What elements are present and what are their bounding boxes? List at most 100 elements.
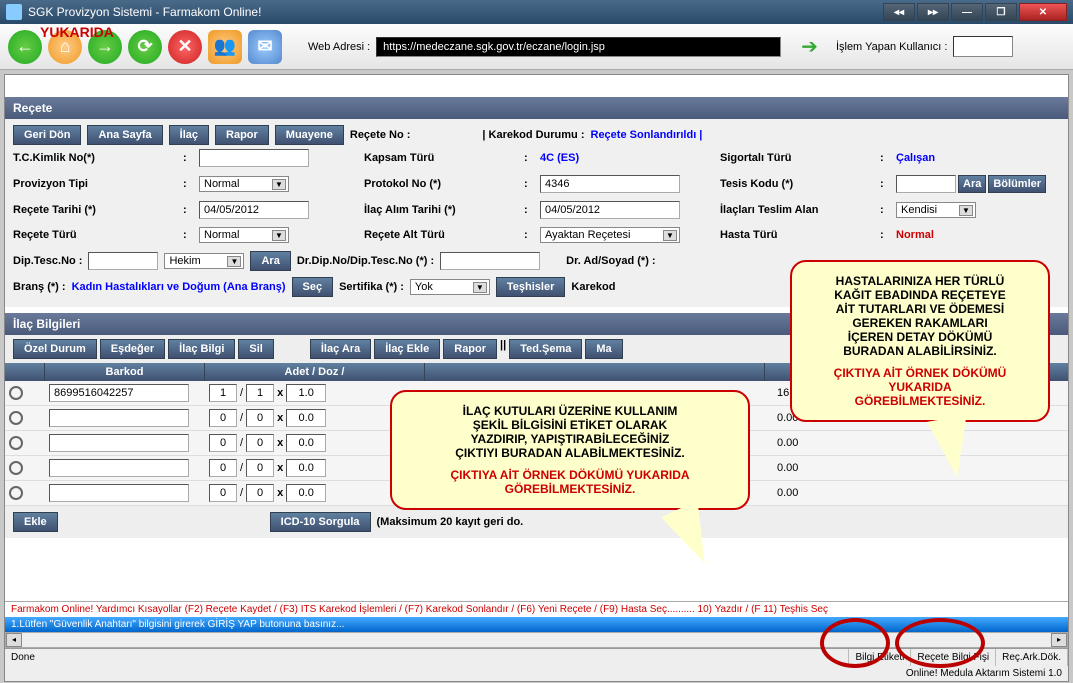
teshisler-button[interactable]: Teşhisler (496, 277, 566, 297)
col-adet: Adet / Doz / (205, 363, 425, 381)
ilac-bilgi-button[interactable]: İlaç Bilgi (168, 339, 235, 359)
window-title: SGK Provizyon Sistemi - Farmakom Online! (28, 5, 261, 19)
ekle-button[interactable]: Ekle (13, 512, 58, 532)
barkod-input[interactable] (49, 409, 189, 427)
callout-bilgi-etiketi: İLAÇ KUTULARI ÜZERİNE KULLANIM ŞEKİL BİL… (390, 390, 750, 510)
barkod-input[interactable] (49, 434, 189, 452)
status-done: Done (5, 649, 849, 666)
adet-input[interactable] (209, 409, 237, 427)
overlay-yukarida: YUKARIDA (40, 24, 114, 40)
mult-input[interactable] (286, 409, 326, 427)
ilac-rapor-button[interactable]: Rapor (443, 339, 497, 359)
doz-input[interactable] (246, 459, 274, 477)
window-titlebar: SGK Provizyon Sistemi - Farmakom Online!… (0, 0, 1073, 24)
barkod-input[interactable] (49, 484, 189, 502)
window-minimize-button[interactable]: — (951, 3, 983, 21)
drad-label: Dr. Ad/Soyad (*) : (566, 255, 655, 267)
brans-sec-button[interactable]: Seç (292, 277, 334, 297)
tc-label: T.C.Kimlik No(*) (13, 152, 183, 164)
drdip-label: Dr.Dip.No/Dip.Tesc.No (*) : (297, 255, 434, 267)
window-maximize-button[interactable]: ❐ (985, 3, 1017, 21)
doz-input[interactable] (246, 434, 274, 452)
hekim-select[interactable]: Hekim (164, 253, 244, 269)
receteno-label: Reçete No : (350, 129, 411, 141)
teslim-alan-select[interactable]: Kendisi (896, 202, 976, 218)
row-radio[interactable] (9, 436, 23, 450)
karekod-value: Reçete Sonlandırıldı | (591, 129, 703, 141)
user-label: İşlem Yapan Kullanıcı : (836, 41, 948, 53)
user-input[interactable] (953, 36, 1013, 57)
bolumler-button[interactable]: Bölümler (988, 175, 1046, 193)
doz-input[interactable] (246, 384, 274, 402)
ana-sayfa-button[interactable]: Ana Sayfa (87, 125, 162, 145)
recete-header: Reçete (5, 97, 1068, 119)
mult-input[interactable] (286, 434, 326, 452)
sigortali-label: Sigortalı Türü (720, 152, 880, 164)
sertifika-select[interactable]: Yok (410, 279, 490, 295)
esdeger-button[interactable]: Eşdeğer (100, 339, 165, 359)
ilac-ekle-button[interactable]: İlaç Ekle (374, 339, 440, 359)
adet-input[interactable] (209, 459, 237, 477)
callout-recete-bilgi-fisi: HASTALARINIZA HER TÜRLÜ KAĞIT EBADINDA R… (790, 260, 1050, 422)
barkod-input[interactable] (49, 459, 189, 477)
barkod-input[interactable] (49, 384, 189, 402)
highlight-circle-bilgi-etiketi (820, 618, 890, 668)
refresh-icon[interactable]: ⟳ (128, 30, 162, 64)
users-icon[interactable]: 👥 (208, 30, 242, 64)
diptesc-label: Dip.Tesc.No : (13, 255, 82, 267)
window-close-button[interactable]: ✕ (1019, 3, 1067, 21)
rapor-button[interactable]: Rapor (215, 125, 269, 145)
ilac-button[interactable]: İlaç (169, 125, 209, 145)
recete-turu-select[interactable]: Normal (199, 227, 289, 243)
recete-tarihi-label: Reçete Tarihi (*) (13, 204, 183, 216)
protokol-label: Protokol No (*) (364, 178, 524, 190)
recete-tarihi-input[interactable] (199, 201, 309, 219)
ma-button[interactable]: Ma (585, 339, 622, 359)
scroll-right-icon[interactable]: ▸ (1051, 633, 1067, 647)
muayene-button[interactable]: Muayene (275, 125, 344, 145)
brans-value: Kadın Hastalıkları ve Doğum (Ana Branş) (72, 281, 286, 293)
row-radio[interactable] (9, 411, 23, 425)
provtipi-select[interactable]: Normal (199, 176, 289, 192)
back-icon[interactable]: ← (8, 30, 42, 64)
ilac-ara-button[interactable]: İlaç Ara (310, 339, 371, 359)
tedsema-button[interactable]: Ted.Şema (509, 339, 582, 359)
tc-input[interactable] (199, 149, 309, 167)
mult-input[interactable] (286, 384, 326, 402)
go-icon[interactable]: ➔ (801, 34, 818, 59)
window-next-button[interactable]: ▸▸ (917, 3, 949, 21)
doz-input[interactable] (246, 409, 274, 427)
protokol-input[interactable] (540, 175, 680, 193)
karekod-label: | Karekod Durumu : (482, 129, 584, 141)
sil-button[interactable]: Sil (238, 339, 273, 359)
icd10-button[interactable]: ICD-10 Sorgula (270, 512, 371, 532)
diptesc-ara-button[interactable]: Ara (250, 251, 290, 271)
adet-input[interactable] (209, 484, 237, 502)
teslim-alan-label: İlaçları Teslim Alan (720, 204, 880, 216)
adet-input[interactable] (209, 384, 237, 402)
rec-ark-dok-button[interactable]: Reç.Ark.Dök. (996, 649, 1068, 666)
stop-icon[interactable]: ✕ (168, 30, 202, 64)
doz-input[interactable] (246, 484, 274, 502)
mult-input[interactable] (286, 459, 326, 477)
geri-don-button[interactable]: Geri Dön (13, 125, 81, 145)
mult-input[interactable] (286, 484, 326, 502)
tesis-ara-button[interactable]: Ara (958, 175, 986, 193)
recete-turu-label: Reçete Türü (13, 229, 183, 241)
status-right: Online! Medula Aktarım Sistemi 1.0 (5, 666, 1068, 681)
drdip-input[interactable] (440, 252, 540, 270)
row-radio[interactable] (9, 461, 23, 475)
ozel-durum-button[interactable]: Özel Durum (13, 339, 97, 359)
mail-icon[interactable]: ✉ (248, 30, 282, 64)
sertifika-label: Sertifika (*) : (339, 281, 404, 293)
ilac-alim-input[interactable] (540, 201, 680, 219)
scroll-left-icon[interactable]: ◂ (6, 633, 22, 647)
diptesc-input[interactable] (88, 252, 158, 270)
tesis-input[interactable] (896, 175, 956, 193)
row-radio[interactable] (9, 386, 23, 400)
row-radio[interactable] (9, 486, 23, 500)
address-input[interactable] (376, 37, 781, 57)
window-prev-button[interactable]: ◂◂ (883, 3, 915, 21)
adet-input[interactable] (209, 434, 237, 452)
recete-altturu-select[interactable]: Ayaktan Reçetesi (540, 227, 680, 243)
